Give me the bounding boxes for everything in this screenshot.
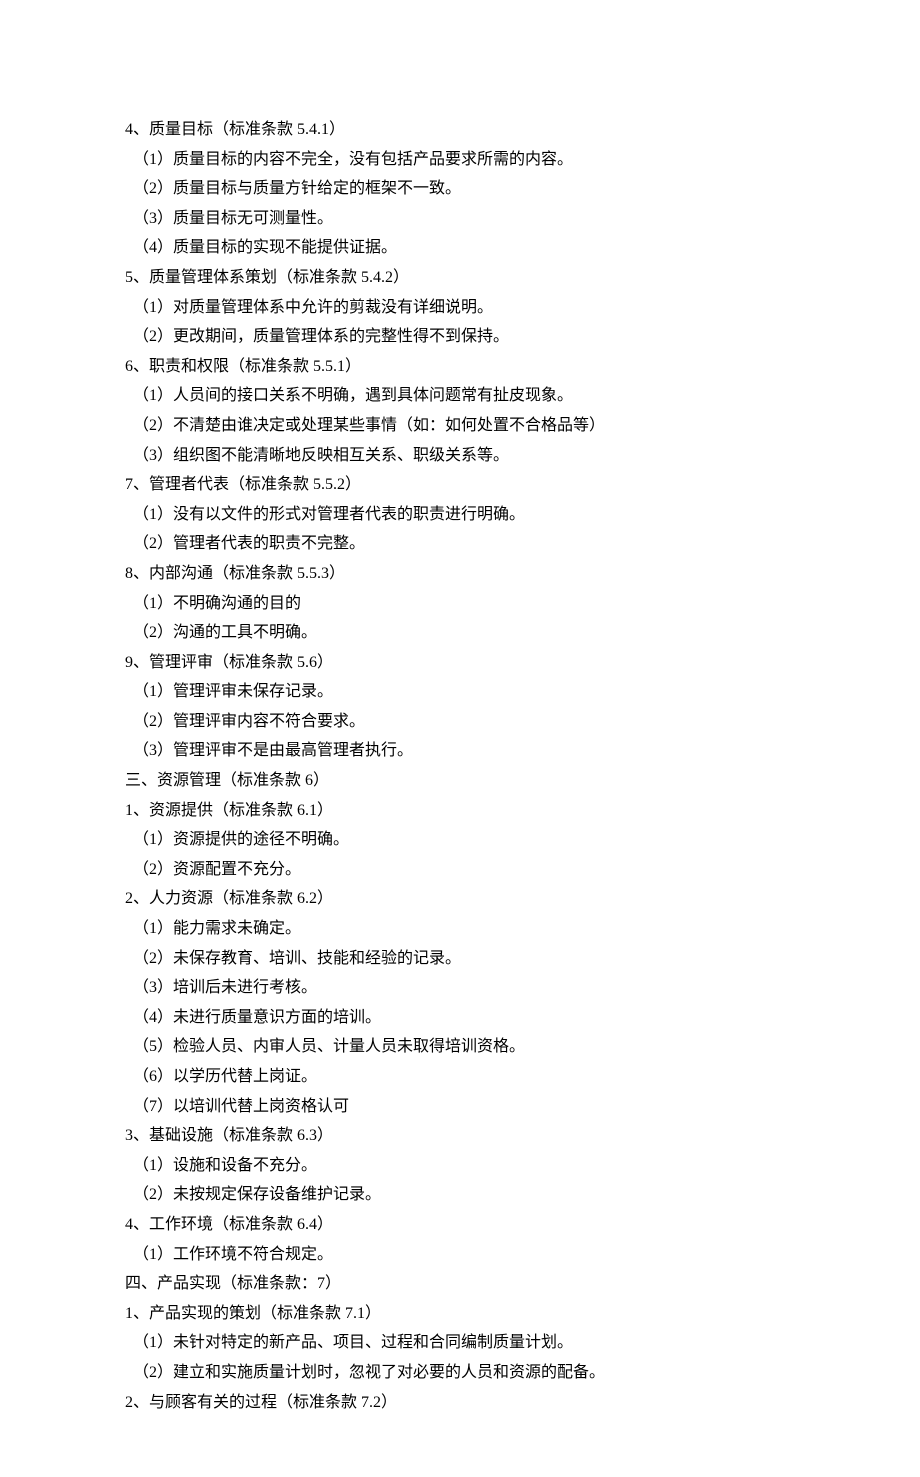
text-line: （1）设施和设备不充分。 bbox=[125, 1151, 795, 1181]
text-line: （1）质量目标的内容不完全，没有包括产品要求所需的内容。 bbox=[125, 145, 795, 175]
text-line: 2、与顾客有关的过程（标准条款 7.2） bbox=[125, 1388, 795, 1418]
text-line: （2）更改期间，质量管理体系的完整性得不到保持。 bbox=[125, 322, 795, 352]
text-line: （1）未针对特定的新产品、项目、过程和合同编制质量计划。 bbox=[125, 1328, 795, 1358]
text-line: （1）管理评审未保存记录。 bbox=[125, 677, 795, 707]
text-line: （7）以培训代替上岗资格认可 bbox=[125, 1092, 795, 1122]
text-line: （4）质量目标的实现不能提供证据。 bbox=[125, 233, 795, 263]
text-line: 4、工作环境（标准条款 6.4） bbox=[125, 1210, 795, 1240]
text-line: （1）能力需求未确定。 bbox=[125, 914, 795, 944]
text-line: 四、产品实现（标准条款：7） bbox=[125, 1269, 795, 1299]
text-line: （2）沟通的工具不明确。 bbox=[125, 618, 795, 648]
text-line: 三、资源管理（标准条款 6） bbox=[125, 766, 795, 796]
text-line: （1）对质量管理体系中允许的剪裁没有详细说明。 bbox=[125, 293, 795, 323]
text-line: 8、内部沟通（标准条款 5.5.3） bbox=[125, 559, 795, 589]
text-line: 7、管理者代表（标准条款 5.5.2） bbox=[125, 470, 795, 500]
text-line: （3）培训后未进行考核。 bbox=[125, 973, 795, 1003]
text-line: （3）组织图不能清晰地反映相互关系、职级关系等。 bbox=[125, 441, 795, 471]
text-line: （2）不清楚由谁决定或处理某些事情（如：如何处置不合格品等） bbox=[125, 411, 795, 441]
text-line: 5、质量管理体系策划（标准条款 5.4.2） bbox=[125, 263, 795, 293]
text-line: （1）工作环境不符合规定。 bbox=[125, 1240, 795, 1270]
text-line: 2、人力资源（标准条款 6.2） bbox=[125, 884, 795, 914]
text-line: （2）资源配置不充分。 bbox=[125, 855, 795, 885]
text-line: 4、质量目标（标准条款 5.4.1） bbox=[125, 115, 795, 145]
text-line: （1）资源提供的途径不明确。 bbox=[125, 825, 795, 855]
text-line: （1）没有以文件的形式对管理者代表的职责进行明确。 bbox=[125, 500, 795, 530]
text-line: （1）不明确沟通的目的 bbox=[125, 589, 795, 619]
text-line: 6、职责和权限（标准条款 5.5.1） bbox=[125, 352, 795, 382]
text-line: （1）人员间的接口关系不明确，遇到具体问题常有扯皮现象。 bbox=[125, 381, 795, 411]
text-line: （6）以学历代替上岗证。 bbox=[125, 1062, 795, 1092]
text-line: （2）未按规定保存设备维护记录。 bbox=[125, 1180, 795, 1210]
text-line: （2）管理评审内容不符合要求。 bbox=[125, 707, 795, 737]
text-line: （3）管理评审不是由最高管理者执行。 bbox=[125, 736, 795, 766]
text-line: （5）检验人员、内审人员、计量人员未取得培训资格。 bbox=[125, 1032, 795, 1062]
text-line: （4）未进行质量意识方面的培训。 bbox=[125, 1003, 795, 1033]
text-line: （2）建立和实施质量计划时，忽视了对必要的人员和资源的配备。 bbox=[125, 1358, 795, 1388]
text-line: （2）质量目标与质量方针给定的框架不一致。 bbox=[125, 174, 795, 204]
text-line: （2）管理者代表的职责不完整。 bbox=[125, 529, 795, 559]
text-line: （3）质量目标无可测量性。 bbox=[125, 204, 795, 234]
document-body: 4、质量目标（标准条款 5.4.1）（1）质量目标的内容不完全，没有包括产品要求… bbox=[125, 115, 795, 1417]
text-line: 3、基础设施（标准条款 6.3） bbox=[125, 1121, 795, 1151]
text-line: 1、资源提供（标准条款 6.1） bbox=[125, 796, 795, 826]
text-line: （2）未保存教育、培训、技能和经验的记录。 bbox=[125, 944, 795, 974]
text-line: 9、管理评审（标准条款 5.6） bbox=[125, 648, 795, 678]
text-line: 1、产品实现的策划（标准条款 7.1） bbox=[125, 1299, 795, 1329]
